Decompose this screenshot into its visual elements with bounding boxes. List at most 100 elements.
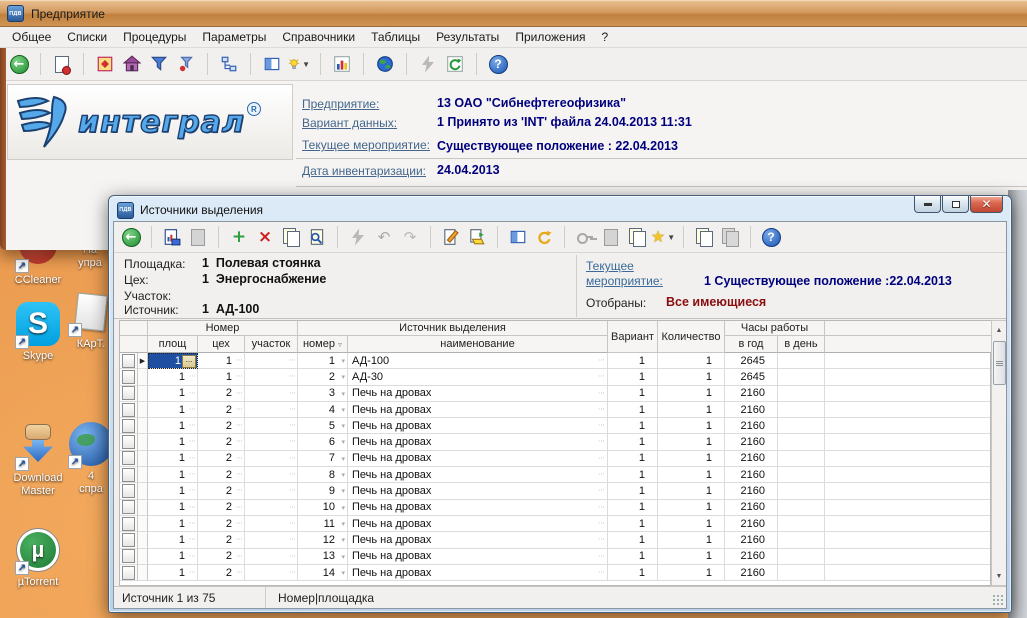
header-name[interactable]: наименование — [348, 336, 608, 353]
menu-spravochniki[interactable]: Справочники — [274, 28, 363, 46]
row-checkbox[interactable] — [120, 467, 138, 483]
cell-name[interactable]: Печь на дровах — [348, 549, 608, 565]
dropdown-arrow-icon[interactable]: ▼ — [667, 233, 675, 242]
cell-name[interactable]: АД-100 — [348, 353, 608, 369]
cell-plosh[interactable]: 1 — [148, 369, 198, 385]
cell-kolichestvo[interactable]: 1 — [658, 451, 725, 467]
cell-nomer[interactable]: 11 — [298, 516, 348, 532]
refresh-icon[interactable] — [444, 53, 466, 75]
row-checkbox[interactable] — [120, 353, 138, 369]
lamp-icon[interactable]: ▼ — [288, 53, 310, 75]
cell-kolichestvo[interactable]: 1 — [658, 353, 725, 369]
cell-kolichestvo[interactable]: 1 — [658, 532, 725, 548]
scroll-up-icon[interactable]: ▲ — [993, 323, 1005, 337]
cell-ceh[interactable]: 2 — [198, 565, 245, 581]
chart-icon[interactable] — [331, 53, 353, 75]
cell-god[interactable]: 2160 — [725, 516, 778, 532]
cell-god[interactable]: 2160 — [725, 549, 778, 565]
back-button[interactable]: ← — [120, 226, 142, 248]
cell-kolichestvo[interactable]: 1 — [658, 467, 725, 483]
cell-god[interactable]: 2160 — [725, 451, 778, 467]
menu-help[interactable]: ? — [594, 28, 617, 46]
header-plosh[interactable]: площ — [148, 336, 198, 353]
cell-ceh[interactable]: 2 — [198, 516, 245, 532]
cell-uchastok[interactable] — [245, 565, 298, 581]
cell-plosh[interactable]: 1 — [148, 451, 198, 467]
cell-plosh[interactable]: 1 — [148, 353, 198, 369]
cell-name[interactable]: Печь на дровах — [348, 500, 608, 516]
cell-ceh[interactable]: 2 — [198, 467, 245, 483]
help-button[interactable]: ? — [760, 226, 782, 248]
tree-icon[interactable] — [218, 53, 240, 75]
cell-variant[interactable]: 1 — [608, 369, 658, 385]
cell-ceh[interactable]: 2 — [198, 532, 245, 548]
filter-small-icon[interactable] — [175, 53, 197, 75]
cell-kolichestvo[interactable]: 1 — [658, 386, 725, 402]
cell-god[interactable]: 2160 — [725, 565, 778, 581]
header-ceh[interactable]: цех — [198, 336, 245, 353]
cell-plosh[interactable]: 1 — [148, 434, 198, 450]
cell-nomer[interactable]: 13 — [298, 549, 348, 565]
cell-plosh[interactable]: 1 — [148, 386, 198, 402]
cell-god[interactable]: 2160 — [725, 386, 778, 402]
cell-plosh[interactable]: 1 — [148, 516, 198, 532]
globe-icon[interactable] — [374, 53, 396, 75]
cell-plosh[interactable]: 1 — [148, 467, 198, 483]
cell-den[interactable] — [778, 353, 825, 369]
cell-name[interactable]: Печь на дровах — [348, 418, 608, 434]
cell-name[interactable]: Печь на дровах — [348, 516, 608, 532]
cell-name[interactable]: Печь на дровах — [348, 386, 608, 402]
cell-god[interactable]: 2160 — [725, 483, 778, 499]
cell-god[interactable]: 2645 — [725, 369, 778, 385]
cell-den[interactable] — [778, 418, 825, 434]
enterprise-icon[interactable] — [121, 53, 143, 75]
cell-den[interactable] — [778, 549, 825, 565]
dropdown-arrow-icon[interactable]: ▼ — [302, 60, 310, 69]
cell-den[interactable] — [778, 532, 825, 548]
cell-uchastok[interactable] — [245, 467, 298, 483]
cell-uchastok[interactable] — [245, 516, 298, 532]
vertical-scrollbar[interactable]: ▲ ▼ — [991, 320, 1007, 586]
cell-ceh[interactable]: 2 — [198, 402, 245, 418]
cell-den[interactable] — [778, 369, 825, 385]
cell-name[interactable]: Печь на дровах — [348, 402, 608, 418]
cell-god[interactable]: 2160 — [725, 418, 778, 434]
report-icon[interactable] — [161, 226, 183, 248]
site-map-icon[interactable] — [94, 53, 116, 75]
filter-icon[interactable] — [148, 53, 170, 75]
cell-den[interactable] — [778, 516, 825, 532]
cell-plosh[interactable]: 1 — [148, 532, 198, 548]
cell-nomer[interactable]: 7 — [298, 451, 348, 467]
sources-titlebar[interactable]: ПДВ Источники выделения — [113, 198, 1007, 222]
copy-page-icon[interactable] — [693, 226, 715, 248]
cell-nomer[interactable]: 10 — [298, 500, 348, 516]
cell-ceh[interactable]: 2 — [198, 483, 245, 499]
header-nomer-sorted[interactable]: номер — [298, 336, 348, 353]
current-event-label[interactable]: Текущее мероприятие: — [586, 259, 686, 289]
row-checkbox[interactable] — [120, 483, 138, 499]
cell-uchastok[interactable] — [245, 434, 298, 450]
cell-variant[interactable]: 1 — [608, 532, 658, 548]
cell-name[interactable]: АД-30 — [348, 369, 608, 385]
cell-variant[interactable]: 1 — [608, 500, 658, 516]
cell-uchastok[interactable] — [245, 402, 298, 418]
header-kolichestvo[interactable]: Количество — [658, 321, 725, 353]
cell-ceh[interactable]: 2 — [198, 500, 245, 516]
cell-plosh[interactable]: 1 — [148, 565, 198, 581]
header-uchastok[interactable]: участок — [245, 336, 298, 353]
cell-kolichestvo[interactable]: 1 — [658, 549, 725, 565]
cell-uchastok[interactable] — [245, 353, 298, 369]
cell-nomer[interactable]: 3 — [298, 386, 348, 402]
menu-procedury[interactable]: Процедуры — [115, 28, 194, 46]
cell-nomer[interactable]: 14 — [298, 565, 348, 581]
panel-view-icon[interactable] — [507, 226, 529, 248]
row-checkbox[interactable] — [120, 369, 138, 385]
menu-rezultaty[interactable]: Результаты — [428, 28, 507, 46]
cell-name[interactable]: Печь на дровах — [348, 434, 608, 450]
cell-variant[interactable]: 1 — [608, 483, 658, 499]
menu-parametry[interactable]: Параметры — [194, 28, 274, 46]
row-checkbox[interactable] — [120, 516, 138, 532]
copy-icon[interactable] — [280, 226, 302, 248]
row-checkbox[interactable] — [120, 451, 138, 467]
cell-uchastok[interactable] — [245, 500, 298, 516]
